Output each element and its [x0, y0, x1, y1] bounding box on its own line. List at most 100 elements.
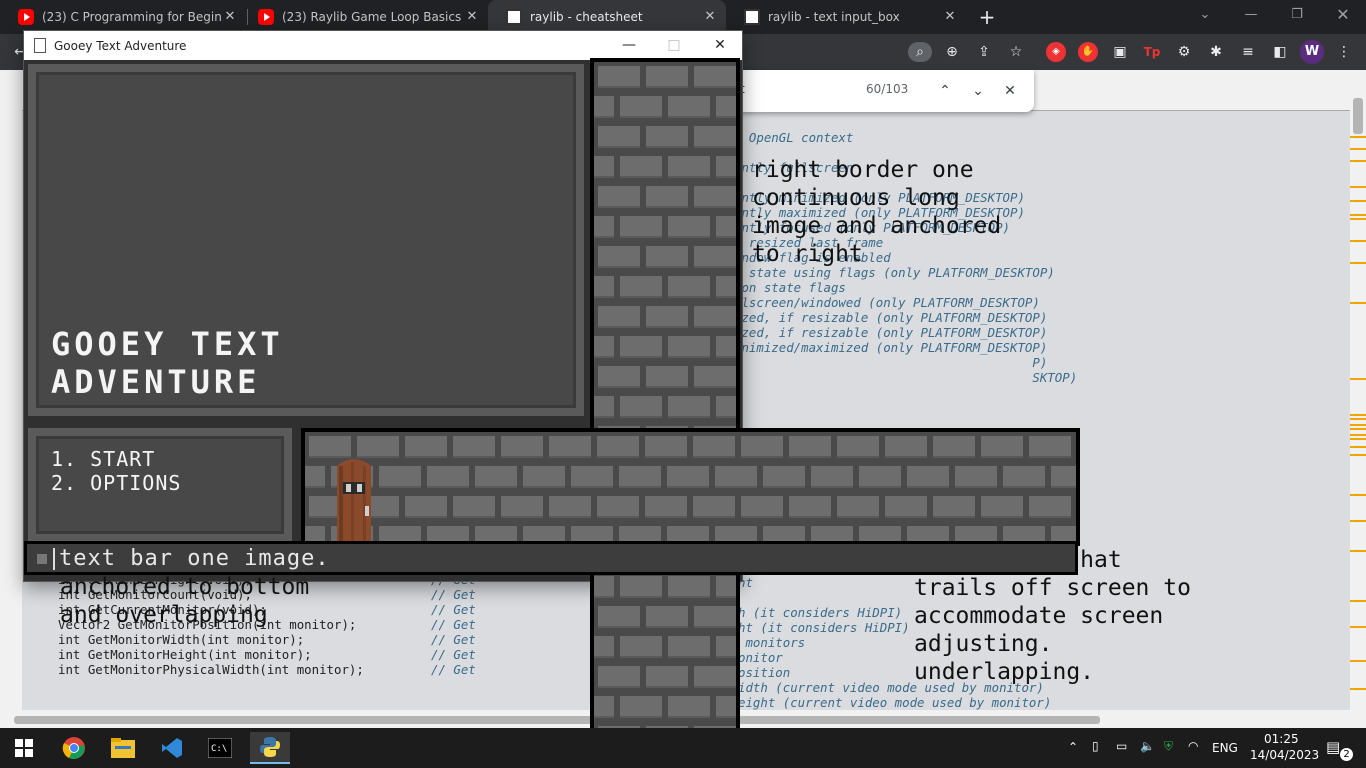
brick [620, 396, 662, 418]
menu-dots-icon[interactable]: ⋮ [1334, 42, 1354, 62]
close-icon[interactable]: ✕ [942, 9, 958, 25]
vertical-scrollbar[interactable] [1350, 70, 1366, 714]
close-icon[interactable]: ✕ [222, 9, 238, 25]
volume-icon[interactable]: 🔈 [1140, 739, 1155, 753]
brick [741, 436, 783, 458]
close-icon[interactable]: ✕ [464, 9, 480, 25]
brick [646, 606, 688, 628]
brick [598, 606, 640, 628]
find-marker [1350, 414, 1366, 416]
find-marker [1350, 302, 1366, 304]
zoom-icon[interactable]: ⊕ [942, 42, 962, 62]
menu-item-start[interactable]: 1. START [51, 447, 155, 471]
find-marker [1350, 378, 1366, 380]
text-bar[interactable]: text bar one image. [24, 541, 1078, 575]
search-icon[interactable]: ⌕ [908, 42, 932, 62]
close-icon[interactable]: ✕ [1328, 4, 1358, 26]
tab-title: (23) Raylib Game Loop Basics - Yo [282, 10, 464, 24]
scrollbar-thumb[interactable] [14, 716, 1100, 724]
tab-raylib-game-loop[interactable]: (23) Raylib Game Loop Basics - Yo ✕ [240, 0, 488, 34]
menu-panel: 1. START 2. OPTIONS [36, 436, 284, 534]
brick [1051, 466, 1076, 488]
security-icon[interactable]: ⛨ [1164, 739, 1173, 754]
menu-item-options[interactable]: 2. OPTIONS [51, 471, 181, 495]
language-indicator[interactable]: ENG [1212, 741, 1238, 755]
brick [789, 436, 831, 458]
brick [716, 636, 736, 658]
brick [620, 696, 662, 718]
battery-icon[interactable]: ▭ [1116, 739, 1127, 753]
extension-icon[interactable]: ▣ [1110, 42, 1130, 62]
brick [598, 366, 640, 388]
game-window-titlebar[interactable]: Gooey Text Adventure — □ ✕ [24, 31, 742, 60]
code-text: int GetMonitorWidth(int monitor); [58, 632, 431, 647]
brick [741, 496, 783, 518]
file-explorer-icon[interactable] [103, 732, 143, 764]
media-icon[interactable]: ≡ [1238, 42, 1258, 62]
brick [501, 496, 543, 518]
python-taskbar-icon[interactable] [250, 732, 290, 764]
find-previous-icon[interactable]: ⌃ [934, 80, 956, 102]
brick [716, 96, 736, 118]
share-icon[interactable]: ⇪ [974, 42, 994, 62]
shield-extension-icon[interactable]: ◈ [1046, 42, 1066, 62]
find-marker [1350, 438, 1366, 440]
close-button[interactable]: ✕ [700, 34, 740, 56]
minimize-icon[interactable]: — [1236, 4, 1266, 26]
text-bar-content: text bar one image. [59, 546, 330, 571]
brick [598, 306, 640, 328]
tab-raylib-cheatsheet[interactable]: raylib - cheatsheet ✕ [488, 0, 726, 34]
brick [981, 496, 1023, 518]
tab-raylib-text-input[interactable]: raylib - text input_box ✕ [726, 0, 966, 34]
meet-icon[interactable]: ▯ [1092, 739, 1099, 753]
brick [620, 216, 662, 238]
puzzle-icon[interactable]: ✱ [1206, 42, 1226, 62]
tray-expand-icon[interactable]: ⌃ [1068, 740, 1078, 754]
close-icon[interactable]: ✕ [702, 9, 718, 25]
profile-avatar[interactable]: W [1300, 40, 1324, 64]
brick [716, 156, 736, 178]
bookmark-star-icon[interactable]: ☆ [1006, 42, 1026, 62]
code-text: int GetMonitorPhysicalWidth(int monitor)… [58, 662, 431, 677]
code-comment: // Get [431, 632, 476, 647]
clock-date[interactable]: 14/04/2023 [1250, 748, 1319, 762]
new-tab-button[interactable]: + [976, 6, 998, 28]
brick [933, 496, 975, 518]
brick [646, 666, 688, 688]
code-line: int GetMonitorPhysicalWidth(int monitor)… [58, 662, 476, 677]
brick [716, 396, 736, 418]
find-marker [1350, 494, 1366, 496]
scrollbar-thumb[interactable] [1353, 98, 1363, 134]
code-line: OpenGL context [734, 130, 854, 145]
tab-c-programming[interactable]: (23) C Programming for Beginne ✕ [0, 0, 246, 34]
find-marker [1350, 148, 1366, 150]
brick [645, 436, 687, 458]
brick [594, 396, 614, 418]
find-close-icon[interactable]: ✕ [999, 80, 1021, 102]
clock-time[interactable]: 01:25 [1264, 732, 1299, 746]
tab-search-icon[interactable]: ⌄ [1190, 4, 1220, 26]
vscode-icon[interactable] [152, 732, 192, 764]
brick [694, 246, 736, 268]
gear-icon[interactable]: ⚙ [1174, 42, 1194, 62]
tp-extension-icon[interactable]: Tp [1142, 42, 1162, 62]
chrome-taskbar-icon[interactable] [54, 732, 94, 764]
minimize-button[interactable]: — [609, 34, 649, 56]
terminal-icon[interactable]: C:\ [200, 732, 240, 764]
find-next-icon[interactable]: ⌄ [967, 80, 989, 102]
stop-extension-icon[interactable]: ✋ [1078, 42, 1098, 62]
wifi-icon[interactable]: ◠ [1188, 739, 1198, 753]
side-panel-icon[interactable]: ◧ [1270, 42, 1290, 62]
brick [597, 496, 639, 518]
app-icon [34, 38, 46, 53]
start-button[interactable] [4, 732, 44, 764]
brick [501, 436, 543, 458]
door-sprite [327, 456, 381, 542]
brick [620, 636, 662, 658]
brick [305, 466, 325, 488]
brick [594, 636, 614, 658]
restore-icon[interactable]: ❐ [1282, 4, 1312, 26]
notification-icon[interactable]: ▤ [1326, 738, 1340, 756]
maximize-button: □ [667, 37, 681, 53]
svg-text:C:\: C:\ [211, 744, 227, 754]
